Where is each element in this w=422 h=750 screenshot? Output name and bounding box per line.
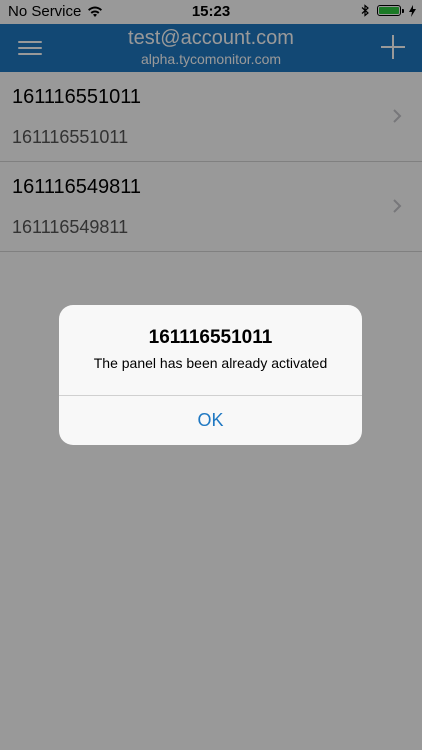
alert-dialog: 161116551011 The panel has been already … <box>59 305 362 445</box>
alert-title: 161116551011 <box>148 327 273 348</box>
alert-message: The panel has been already activated <box>93 355 328 371</box>
ok-button[interactable]: OK <box>59 396 362 445</box>
